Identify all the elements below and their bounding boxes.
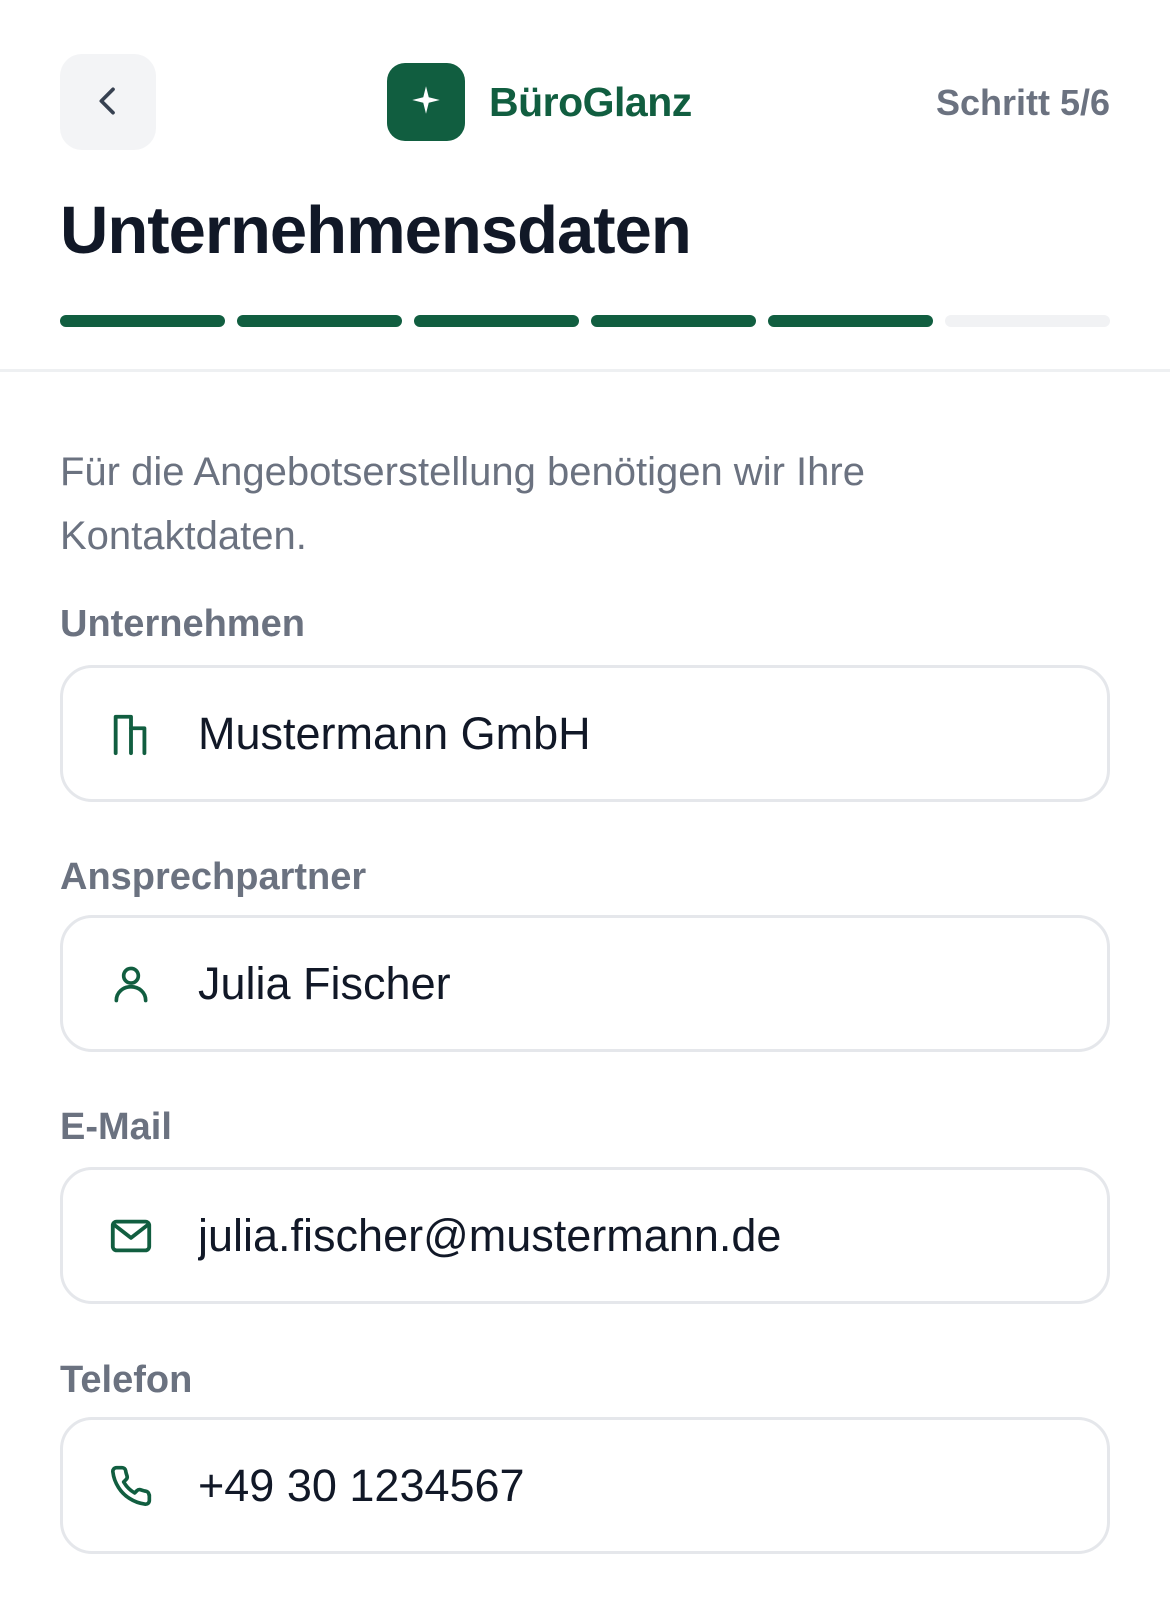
building-icon xyxy=(107,710,155,758)
email-field[interactable] xyxy=(60,1167,1110,1304)
company-label: Unternehmen xyxy=(60,603,305,645)
email-label: E-Mail xyxy=(60,1106,172,1148)
logo xyxy=(387,63,465,141)
contact-person-input[interactable] xyxy=(198,918,1067,1049)
company-input[interactable] xyxy=(198,668,1067,799)
contact-person-label: Ansprechpartner xyxy=(60,856,367,898)
page-title: Unternehmensdaten xyxy=(60,193,692,268)
chevron-left-icon xyxy=(88,81,128,124)
progress-segment-complete xyxy=(591,315,756,327)
brand: BüroGlanz xyxy=(387,63,692,141)
header: BüroGlanz Schritt 5/6 Unternehmensdaten xyxy=(0,0,1170,372)
progress-segment-complete xyxy=(414,315,579,327)
company-field[interactable] xyxy=(60,665,1110,802)
phone-input[interactable] xyxy=(198,1420,1067,1551)
step-indicator: Schritt 5/6 xyxy=(935,82,1110,123)
phone-field[interactable] xyxy=(60,1417,1110,1554)
phone-label: Telefon xyxy=(60,1359,193,1401)
back-button[interactable] xyxy=(60,54,156,150)
progress-bar xyxy=(60,315,1110,327)
email-input[interactable] xyxy=(198,1170,1067,1301)
user-icon xyxy=(107,960,155,1008)
progress-segment-complete xyxy=(237,315,402,327)
contact-person-field[interactable] xyxy=(60,915,1110,1052)
progress-segment-pending xyxy=(945,315,1110,327)
sparkle-icon xyxy=(411,85,441,120)
progress-segment-complete xyxy=(60,315,225,327)
intro-text: Für die Angebotserstellung benötigen wir… xyxy=(60,450,865,558)
phone-icon xyxy=(107,1462,155,1510)
brand-name: BüroGlanz xyxy=(489,78,692,125)
progress-segment-complete xyxy=(768,315,933,327)
mail-icon xyxy=(107,1212,155,1260)
